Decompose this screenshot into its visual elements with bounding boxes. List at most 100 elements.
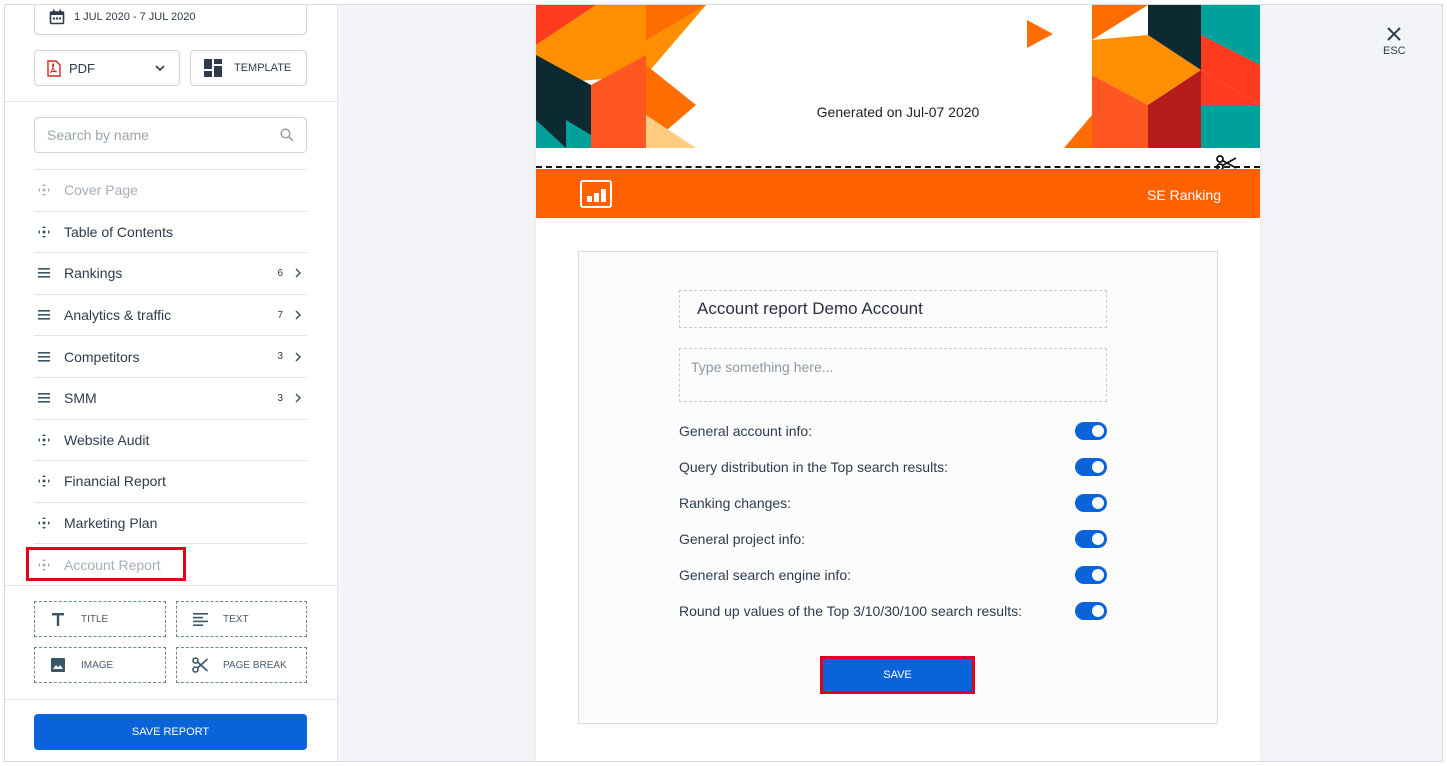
date-range-text: 1 JUL 2020 - 7 JUL 2020 bbox=[74, 11, 196, 23]
block-label: PAGE BREAK bbox=[223, 659, 287, 671]
divider bbox=[5, 699, 338, 700]
sidebar-item-label: Rankings bbox=[64, 265, 123, 282]
toggle-switch[interactable] bbox=[1075, 458, 1107, 476]
report-builder-window: 1 JUL 2020 - 7 JUL 2020 PDF TEMPLATE Sea… bbox=[4, 4, 1443, 762]
item-count: 6 bbox=[277, 267, 283, 279]
sidebar-item-account-report[interactable]: Account Report bbox=[26, 543, 307, 585]
option-general-search-engine-info: General search engine info: bbox=[679, 565, 1107, 585]
block-label: IMAGE bbox=[81, 659, 114, 671]
date-range-picker[interactable]: 1 JUL 2020 - 7 JUL 2020 bbox=[34, 5, 307, 35]
sidebar-item-table-of-contents[interactable]: Table of Contents bbox=[34, 210, 307, 253]
search-input[interactable]: Search by name bbox=[34, 117, 307, 153]
text-icon bbox=[192, 612, 208, 626]
close-label: ESC bbox=[1383, 45, 1406, 57]
generated-date: Generated on Jul-07 2020 bbox=[816, 104, 980, 120]
sidebar-item-financial-report[interactable]: Financial Report bbox=[34, 460, 307, 502]
cover-pattern bbox=[536, 5, 1260, 148]
option-label: Ranking changes: bbox=[679, 495, 792, 511]
sidebar-item-rankings[interactable]: Rankings 6 bbox=[34, 252, 307, 294]
page-break-block[interactable]: PAGE BREAK bbox=[176, 647, 307, 683]
title-block[interactable]: TITLE bbox=[34, 601, 166, 637]
option-label: Round up values of the Top 3/10/30/100 s… bbox=[679, 603, 1022, 619]
format-select[interactable]: PDF bbox=[34, 50, 180, 86]
sidebar-item-label: Table of Contents bbox=[64, 223, 173, 240]
option-label: General project info: bbox=[679, 531, 806, 547]
toggle-switch[interactable] bbox=[1075, 602, 1107, 620]
divider bbox=[5, 101, 338, 102]
toggle-switch[interactable] bbox=[1075, 566, 1107, 584]
option-label: Query distribution in the Top search res… bbox=[679, 459, 948, 475]
brand-logo-icon bbox=[580, 180, 612, 208]
toggle-switch[interactable] bbox=[1075, 422, 1107, 440]
cover-artwork: Generated on Jul-07 2020 bbox=[536, 5, 1260, 148]
sidebar-item-website-audit[interactable]: Website Audit bbox=[34, 418, 307, 461]
template-label: TEMPLATE bbox=[234, 62, 292, 74]
item-count: 3 bbox=[277, 392, 283, 404]
search-placeholder: Search by name bbox=[47, 127, 149, 143]
sidebar-item-cover-page[interactable]: Cover Page bbox=[34, 169, 307, 211]
selection-highlight bbox=[26, 547, 186, 582]
sidebar-item-label: Financial Report bbox=[64, 473, 166, 490]
chevron-right-icon[interactable] bbox=[295, 393, 301, 403]
page-break-line bbox=[536, 166, 1260, 168]
image-block[interactable]: IMAGE bbox=[34, 647, 166, 683]
template-button[interactable]: TEMPLATE bbox=[190, 50, 307, 86]
sidebar-item-label: Website Audit bbox=[64, 431, 150, 448]
search-icon bbox=[280, 128, 294, 142]
sidebar: 1 JUL 2020 - 7 JUL 2020 PDF TEMPLATE Sea… bbox=[5, 5, 338, 761]
block-label: TEXT bbox=[223, 613, 249, 625]
sidebar-item-label: Cover Page bbox=[64, 182, 138, 199]
sidebar-item-marketing-plan[interactable]: Marketing Plan bbox=[34, 501, 307, 544]
report-title-field[interactable]: Account report Demo Account bbox=[679, 290, 1107, 328]
option-ranking-changes: Ranking changes: bbox=[679, 493, 1107, 513]
section-list: Cover Page Table of Contents Rankings 6 … bbox=[26, 169, 307, 585]
item-count: 3 bbox=[277, 351, 283, 363]
sidebar-item-analytics[interactable]: Analytics & traffic 7 bbox=[34, 293, 307, 336]
block-label: TITLE bbox=[81, 613, 109, 625]
description-field[interactable]: Type something here... bbox=[679, 348, 1107, 402]
chevron-down-icon bbox=[155, 65, 165, 71]
scissors-icon bbox=[192, 657, 208, 673]
sidebar-item-label: SMM bbox=[64, 390, 97, 407]
content-blocks: TITLE TEXT IMAGE PAGE BREAK bbox=[34, 601, 307, 683]
save-button[interactable]: SAVE bbox=[820, 656, 975, 694]
chevron-right-icon[interactable] bbox=[295, 268, 301, 279]
sidebar-item-label: Analytics & traffic bbox=[64, 307, 172, 324]
toggle-switch[interactable] bbox=[1075, 530, 1107, 548]
text-block[interactable]: TEXT bbox=[176, 601, 307, 637]
list-icon bbox=[38, 268, 50, 279]
list-icon bbox=[38, 351, 50, 362]
move-icon bbox=[38, 184, 50, 197]
option-label: General search engine info: bbox=[679, 567, 851, 583]
pdf-file-icon bbox=[47, 59, 61, 77]
sidebar-item-smm[interactable]: SMM 3 bbox=[34, 376, 307, 419]
option-query-distribution: Query distribution in the Top search res… bbox=[679, 457, 1107, 477]
report-preview: Generated on Jul-07 2020 SE Ranking Acco… bbox=[536, 5, 1260, 761]
sidebar-item-label: Competitors bbox=[64, 348, 140, 365]
list-icon bbox=[38, 310, 50, 320]
option-round-up-values: Round up values of the Top 3/10/30/100 s… bbox=[679, 601, 1107, 621]
divider bbox=[5, 585, 338, 586]
close-icon bbox=[1387, 27, 1402, 41]
format-select-value: PDF bbox=[69, 60, 95, 76]
calendar-icon bbox=[49, 9, 65, 25]
option-label: General account info: bbox=[679, 423, 813, 439]
sidebar-item-label: Marketing Plan bbox=[64, 515, 158, 532]
chevron-right-icon[interactable] bbox=[295, 352, 301, 362]
image-icon bbox=[51, 658, 65, 672]
list-icon bbox=[38, 393, 50, 403]
account-report-editor: Account report Demo Account Type somethi… bbox=[578, 251, 1218, 724]
chevron-right-icon[interactable] bbox=[295, 310, 301, 320]
save-report-button[interactable]: SAVE REPORT bbox=[34, 714, 307, 750]
move-icon bbox=[38, 433, 50, 446]
toggle-switch[interactable] bbox=[1075, 494, 1107, 512]
move-icon bbox=[38, 475, 50, 488]
option-general-project-info: General project info: bbox=[679, 529, 1107, 549]
title-icon bbox=[52, 612, 64, 626]
move-icon bbox=[38, 225, 50, 238]
move-icon bbox=[38, 517, 50, 530]
close-button[interactable]: ESC bbox=[1383, 27, 1406, 57]
brand-name: SE Ranking bbox=[1147, 187, 1221, 203]
item-count: 7 bbox=[277, 309, 283, 321]
sidebar-item-competitors[interactable]: Competitors 3 bbox=[34, 335, 307, 377]
